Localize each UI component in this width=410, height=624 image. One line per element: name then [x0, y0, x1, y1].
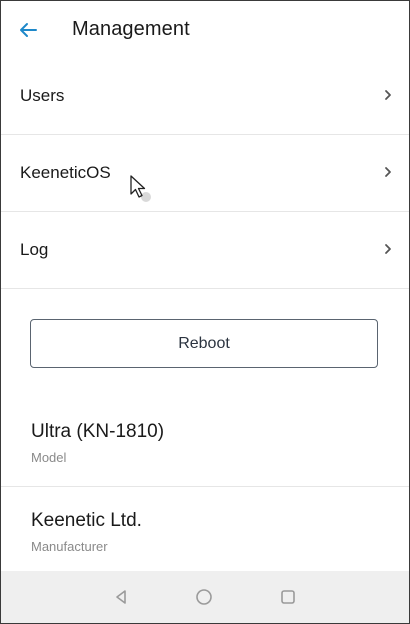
model-label: Model [31, 450, 67, 465]
system-navigation-bar [1, 571, 409, 623]
nav-home-button[interactable] [192, 585, 216, 609]
menu-item-log[interactable]: Log [1, 212, 409, 289]
menu-item-label: Log [20, 240, 49, 259]
reboot-button[interactable]: Reboot [30, 319, 378, 368]
chevron-right-icon [385, 90, 391, 100]
home-circle-icon [196, 589, 212, 605]
menu-item-users[interactable]: Users [1, 58, 409, 135]
back-button[interactable] [13, 15, 43, 45]
model-info: Ultra (KN-1810) Model [1, 401, 409, 486]
nav-recents-button[interactable] [276, 585, 300, 609]
menu-item-label: Users [20, 86, 65, 105]
menu-item-label: KeeneticOS [20, 163, 111, 182]
menu-item-keeneticos[interactable]: KeeneticOS [1, 135, 409, 212]
header: Management [1, 1, 409, 59]
app-window: Management Users KeeneticOS Log Reboot U… [0, 0, 410, 624]
chevron-right-icon [385, 244, 391, 254]
nav-back-button[interactable] [109, 585, 133, 609]
manufacturer-value: Keenetic Ltd. [31, 510, 142, 531]
manufacturer-label: Manufacturer [31, 539, 108, 554]
manufacturer-info: Keenetic Ltd. Manufacturer [1, 487, 409, 571]
arrow-left-icon [20, 23, 37, 37]
page-title: Management [72, 18, 190, 40]
recents-square-icon [281, 590, 295, 604]
chevron-right-icon [385, 167, 391, 177]
model-value: Ultra (KN-1810) [31, 421, 165, 442]
back-triangle-icon [116, 590, 126, 604]
